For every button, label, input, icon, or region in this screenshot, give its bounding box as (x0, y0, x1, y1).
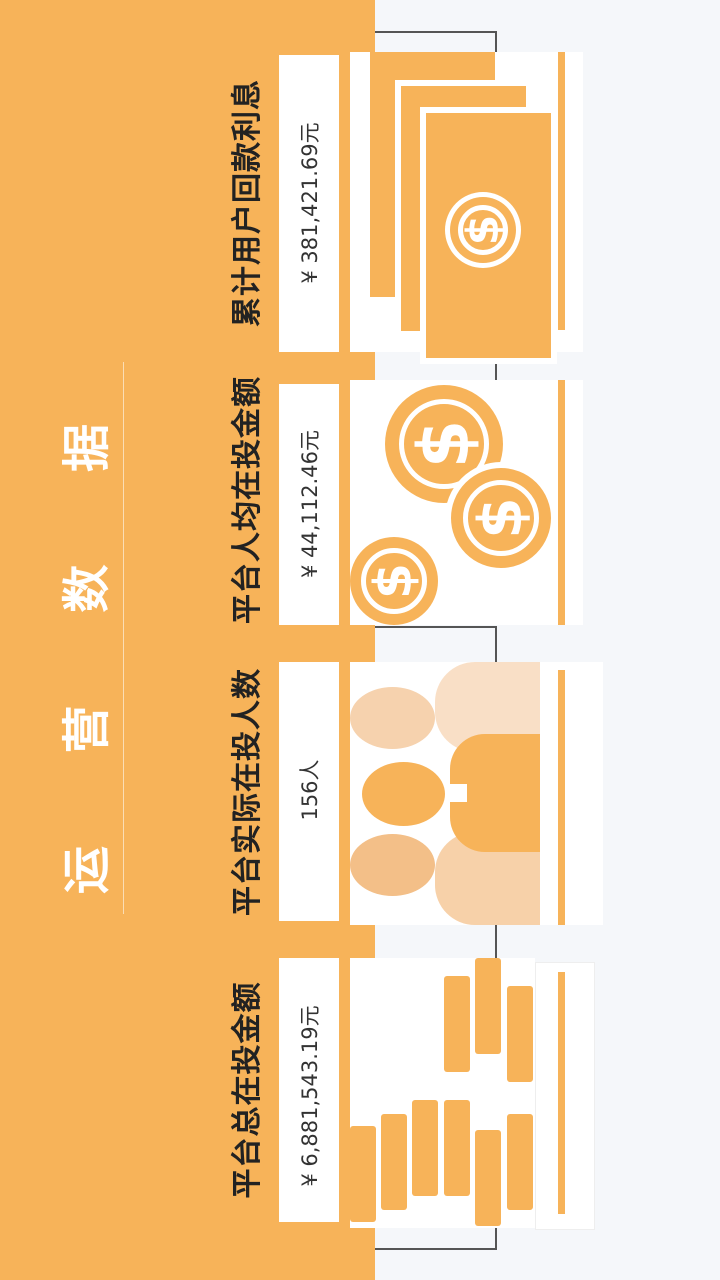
banknotes-icon: $ (350, 52, 557, 364)
metric-value-investors: 156人 (298, 759, 322, 821)
card-shadow (540, 662, 603, 925)
accent-bar (558, 670, 565, 925)
metric-label-average: 平台人均在投金额 (230, 376, 265, 624)
metric-label-total: 平台总在投金额 (230, 981, 265, 1199)
metric-label-investors: 平台实际在投人数 (230, 668, 265, 916)
accent-bar (558, 52, 565, 330)
coins-icon: $ $ $ (350, 380, 557, 625)
accent-bar (558, 972, 565, 1214)
page-title: 运 营 数 据 (59, 385, 115, 895)
metric-value-average: ¥ 44,112.46元 (298, 430, 322, 578)
title-divider (123, 362, 124, 914)
metric-label-interest: 累计用户回款利息 (230, 79, 265, 327)
metric-value-total: ¥ 6,881,543.19元 (298, 1005, 322, 1187)
card-shadow (535, 962, 595, 1230)
people-icon (350, 662, 540, 925)
coin-stacks-icon (350, 958, 535, 1228)
metric-value-interest: ¥ 381,421.69元 (298, 122, 322, 284)
accent-bar (558, 380, 565, 625)
